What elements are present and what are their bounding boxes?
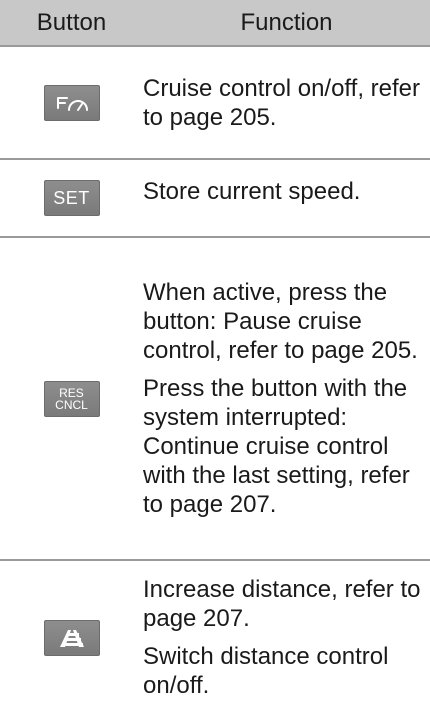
cncl-label: CNCL [55, 397, 88, 412]
distance-control-button [43, 619, 100, 656]
res-cncl-button-label: RES CNCL [55, 387, 88, 411]
function-cell: Cruise control on/off, refer to page 205… [143, 74, 430, 132]
table-row: RES CNCL When active, press the button: … [0, 238, 430, 561]
button-function-table: Button Function Cruise control on/off, r… [0, 0, 430, 714]
table-row: Increase distance, refer to page 207. Sw… [0, 561, 430, 714]
function-cell: When active, press the button: Pause cru… [143, 278, 430, 519]
set-button: SET [43, 180, 100, 216]
button-cell: SET [0, 180, 143, 216]
res-label: RES [59, 385, 84, 400]
header-button-column: Button [36, 8, 107, 36]
header-function-column: Function [240, 8, 333, 36]
res-cncl-button: RES CNCL [43, 380, 100, 417]
function-text: Switch distance control on/off. [143, 643, 389, 699]
table-row: SET Store current speed. [0, 160, 430, 238]
function-cell: Store current speed. [143, 160, 430, 206]
function-text: Press the button with the system interru… [143, 375, 410, 518]
function-cell: Increase distance, refer to page 207. Sw… [143, 575, 430, 700]
function-text: Cruise control on/off, refer to page 205… [143, 74, 421, 131]
cruise-control-button [43, 84, 100, 121]
function-text: When active, press the button: Pause cru… [143, 279, 418, 364]
button-cell [0, 619, 143, 656]
function-text: Increase distance, refer to page 207. [143, 576, 421, 632]
cruise-control-icon [56, 96, 88, 111]
button-cell: RES CNCL [0, 380, 143, 417]
button-cell [0, 84, 143, 121]
table-header: Button Function [0, 0, 430, 47]
function-text: Store current speed. [143, 178, 361, 205]
distance-control-icon [59, 629, 84, 647]
table-row: Cruise control on/off, refer to page 205… [0, 47, 430, 160]
set-button-label: SET [53, 187, 90, 208]
